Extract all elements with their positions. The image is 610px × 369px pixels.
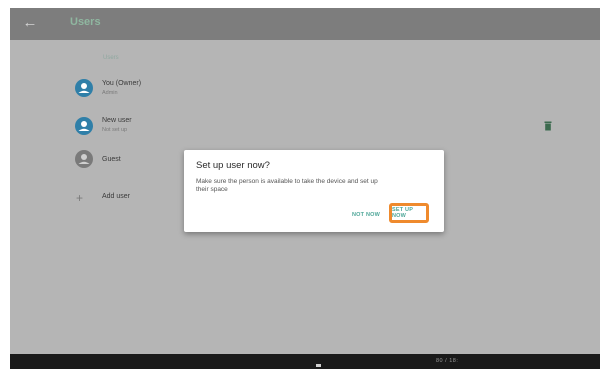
dialog-title: Set up user now? xyxy=(196,160,270,171)
guest-avatar-icon xyxy=(75,150,93,168)
navigation-bar: 80 / 18: xyxy=(10,354,600,369)
status-readout: 80 / 18: xyxy=(436,358,459,364)
home-indicator[interactable] xyxy=(316,364,321,367)
set-up-now-button[interactable]: SET UP NOW xyxy=(389,203,429,223)
user-avatar-icon xyxy=(75,79,93,97)
set-up-now-label: SET UP NOW xyxy=(392,207,413,219)
app-bar: ← Users xyxy=(10,8,600,40)
plus-icon[interactable]: + xyxy=(76,192,83,204)
add-user-label[interactable]: Add user xyxy=(102,193,130,200)
trash-icon[interactable] xyxy=(544,118,552,131)
setup-user-dialog: Set up user now? Make sure the person is… xyxy=(184,150,444,232)
back-arrow-icon[interactable]: ← xyxy=(20,13,40,33)
not-now-button[interactable]: NOT NOW xyxy=(352,212,380,218)
user-avatar-icon xyxy=(75,117,93,135)
user-subtitle: Admin xyxy=(102,90,118,96)
section-label: Users xyxy=(103,55,119,61)
dialog-message: Make sure the person is available to tak… xyxy=(196,178,378,193)
user-name: Guest xyxy=(102,156,121,163)
chevron-right-icon[interactable]: › xyxy=(0,178,8,190)
user-subtitle: Not set up xyxy=(102,127,128,133)
user-name: New user xyxy=(102,117,132,124)
user-name: You (Owner) xyxy=(102,80,142,87)
page-title: Users xyxy=(70,16,101,28)
